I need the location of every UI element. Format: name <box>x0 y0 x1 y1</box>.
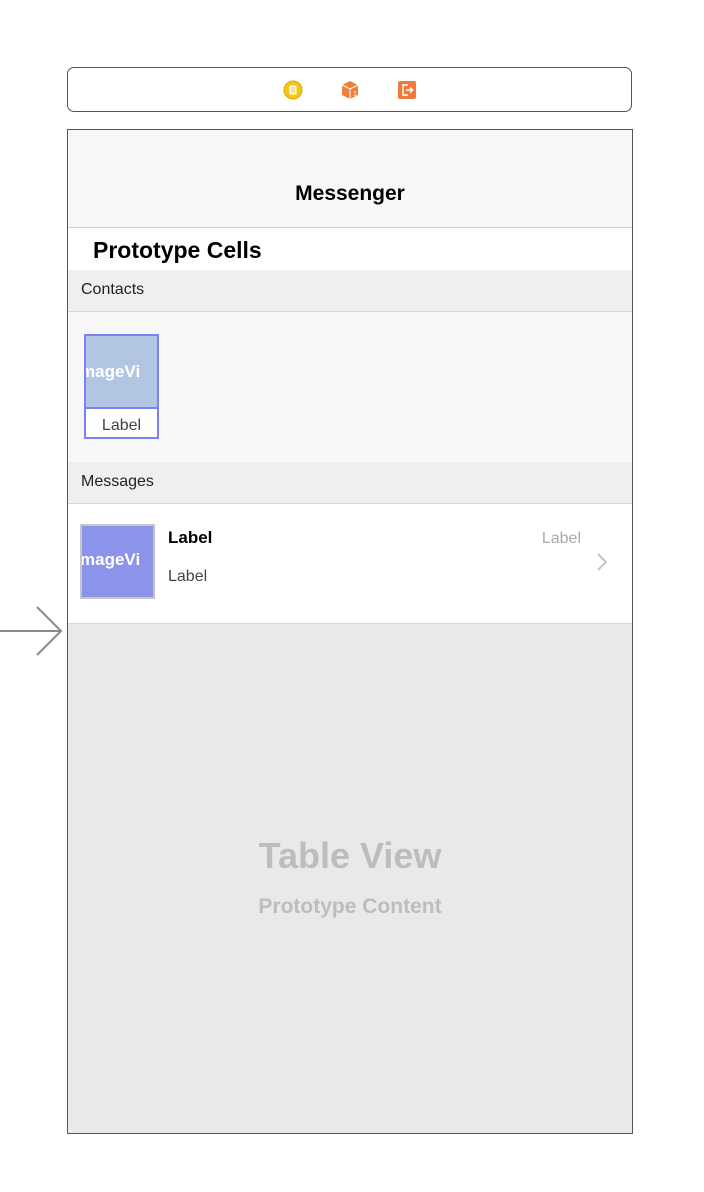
image-view-label: mageVi <box>86 362 141 381</box>
message-title-label[interactable]: Label <box>168 528 212 548</box>
table-view-placeholder: Table View Prototype Content <box>68 835 632 919</box>
svg-text:1: 1 <box>353 91 357 98</box>
messenger-scene[interactable]: Messenger Prototype Cells Contacts mageV… <box>67 129 633 1134</box>
first-responder-icon[interactable]: 1 <box>340 80 360 100</box>
scene-dock: 1 <box>67 67 632 112</box>
exit-icon[interactable] <box>397 80 417 100</box>
prototype-cells-header: Prototype Cells <box>68 228 632 270</box>
chevron-right-icon <box>597 553 607 571</box>
message-cell[interactable]: mageVi Label Label Label <box>68 504 632 624</box>
contacts-cell[interactable]: mageVi Label <box>68 312 632 462</box>
placeholder-subtitle: Prototype Content <box>258 895 442 918</box>
message-image-view[interactable]: mageVi <box>80 524 155 599</box>
prototype-cells-title: Prototype Cells <box>93 237 262 263</box>
section-header-contacts[interactable]: Contacts <box>68 270 632 312</box>
contact-collection-item[interactable]: mageVi Label <box>84 334 159 439</box>
nav-title: Messenger <box>295 182 405 205</box>
section-header-messages[interactable]: Messages <box>68 462 632 504</box>
contact-image-view[interactable]: mageVi <box>86 336 157 409</box>
contact-label[interactable]: Label <box>86 417 157 435</box>
section-label: Messages <box>81 473 154 490</box>
image-view-label: mageVi <box>80 550 141 569</box>
navigation-bar[interactable]: Messenger <box>68 130 632 228</box>
entry-point-arrow-icon[interactable] <box>0 604 66 658</box>
section-label: Contacts <box>81 281 145 298</box>
placeholder-title: Table View <box>258 835 442 876</box>
view-controller-icon[interactable] <box>283 80 303 100</box>
message-time-label[interactable]: Label <box>542 530 581 548</box>
message-subtitle-label[interactable]: Label <box>168 568 207 586</box>
